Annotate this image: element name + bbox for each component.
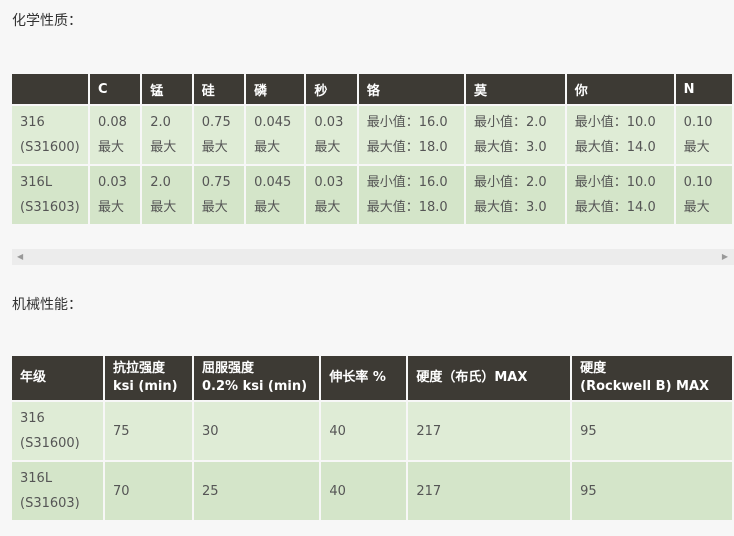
mechanical-header-cell: 伸长率 % <box>321 356 407 400</box>
table-cell: 0.75 最大 <box>193 106 245 164</box>
table-cell: 316L (S31603) <box>12 166 88 224</box>
table-cell: 30 <box>193 402 320 460</box>
chemical-header-row: C锰硅磷秒铬莫你N <box>12 74 732 104</box>
mechanical-properties-table-container: 年级 抗拉强度 ksi (min) 屈服强度 0.2% ksi (min) 伸长率 % 硬度… <box>12 354 734 522</box>
horizontal-scrollbar[interactable]: ◀ ▶ <box>12 249 734 265</box>
mechanical-header-cell: 硬度（布氏）MAX <box>408 356 571 400</box>
mechanical-header-cell: 年级 <box>12 356 104 400</box>
chemical-header-cell: C <box>89 74 141 104</box>
table-cell: 0.045 最大 <box>246 106 305 164</box>
chemical-header-cell: 硅 <box>193 74 245 104</box>
chemical-header-cell: 铬 <box>358 74 464 104</box>
mechanical-header-cell: 屈服强度 0.2% ksi (min) <box>193 356 320 400</box>
table-row: 316L (S31603) 0.03 最大 2.0 最大 0.75 最大 0.045 最大 0.03… <box>12 166 732 224</box>
mechanical-header-row: 年级 抗拉强度 ksi (min) 屈服强度 0.2% ksi (min) 伸长率 % 硬度… <box>12 356 732 400</box>
chemical-header-cell: N <box>675 74 732 104</box>
table-cell: 0.03 最大 <box>306 166 357 224</box>
table-cell: 316L (S31603) <box>12 462 104 520</box>
chemical-properties-table: C锰硅磷秒铬莫你N 316 (S31600) 0.08 最大 2.0 最大 0.75 最大 0.… <box>12 72 734 226</box>
table-cell: 0.08 最大 <box>89 106 141 164</box>
chemical-header-cell: 磷 <box>246 74 305 104</box>
table-cell: 最小值：16.0 最大值：18.0 <box>358 166 464 224</box>
table-cell: 0.75 最大 <box>193 166 245 224</box>
chemical-header-cell: 你 <box>566 74 674 104</box>
table-cell: 40 <box>321 402 407 460</box>
chemical-header-cell: 秒 <box>306 74 357 104</box>
table-cell: 最小值：2.0 最大值：3.0 <box>466 166 565 224</box>
chemical-header-cell <box>12 74 88 104</box>
table-cell: 316 (S31600) <box>12 106 88 164</box>
mechanical-header-cell: 抗拉强度 ksi (min) <box>105 356 192 400</box>
table-cell: 最小值：16.0 最大值：18.0 <box>358 106 464 164</box>
chemical-properties-table-container: C锰硅磷秒铬莫你N 316 (S31600) 0.08 最大 2.0 最大 0.75 最大 0.… <box>12 72 734 226</box>
table-cell: 2.0 最大 <box>142 166 192 224</box>
table-cell: 最小值：10.0 最大值：14.0 <box>566 166 674 224</box>
table-cell: 316 (S31600) <box>12 402 104 460</box>
table-row: 316L (S31603) 70 25 40 217 95 <box>12 462 732 520</box>
chemical-header-cell: 莫 <box>466 74 565 104</box>
table-cell: 0.045 最大 <box>246 166 305 224</box>
mechanical-properties-heading: 机械性能： <box>12 297 82 313</box>
mechanical-properties-table: 年级 抗拉强度 ksi (min) 屈服强度 0.2% ksi (min) 伸长率 % 硬度… <box>12 354 734 522</box>
table-cell: 2.0 最大 <box>142 106 192 164</box>
table-cell: 217 <box>408 462 571 520</box>
table-cell: 最小值：2.0 最大值：3.0 <box>466 106 565 164</box>
table-cell: 0.03 最大 <box>89 166 141 224</box>
table-cell: 75 <box>105 402 192 460</box>
table-cell: 95 <box>572 462 732 520</box>
chemical-properties-heading: 化学性质： <box>12 13 82 29</box>
table-cell: 95 <box>572 402 732 460</box>
mechanical-header-cell: 硬度 (Rockwell B) MAX <box>572 356 732 400</box>
table-row: 316 (S31600) 75 30 40 217 95 <box>12 402 732 460</box>
table-cell: 40 <box>321 462 407 520</box>
table-cell: 0.03 最大 <box>306 106 357 164</box>
table-cell: 最小值：10.0 最大值：14.0 <box>566 106 674 164</box>
table-cell: 0.10 最大 <box>675 106 732 164</box>
table-cell: 25 <box>193 462 320 520</box>
scroll-left-arrow-icon[interactable]: ◀ <box>17 249 23 265</box>
table-cell: 0.10 最大 <box>675 166 732 224</box>
table-row: 316 (S31600) 0.08 最大 2.0 最大 0.75 最大 0.045 最大 0.03 最… <box>12 106 732 164</box>
scroll-right-arrow-icon[interactable]: ▶ <box>722 249 728 265</box>
chemical-header-cell: 锰 <box>142 74 192 104</box>
table-cell: 70 <box>105 462 192 520</box>
table-cell: 217 <box>408 402 571 460</box>
